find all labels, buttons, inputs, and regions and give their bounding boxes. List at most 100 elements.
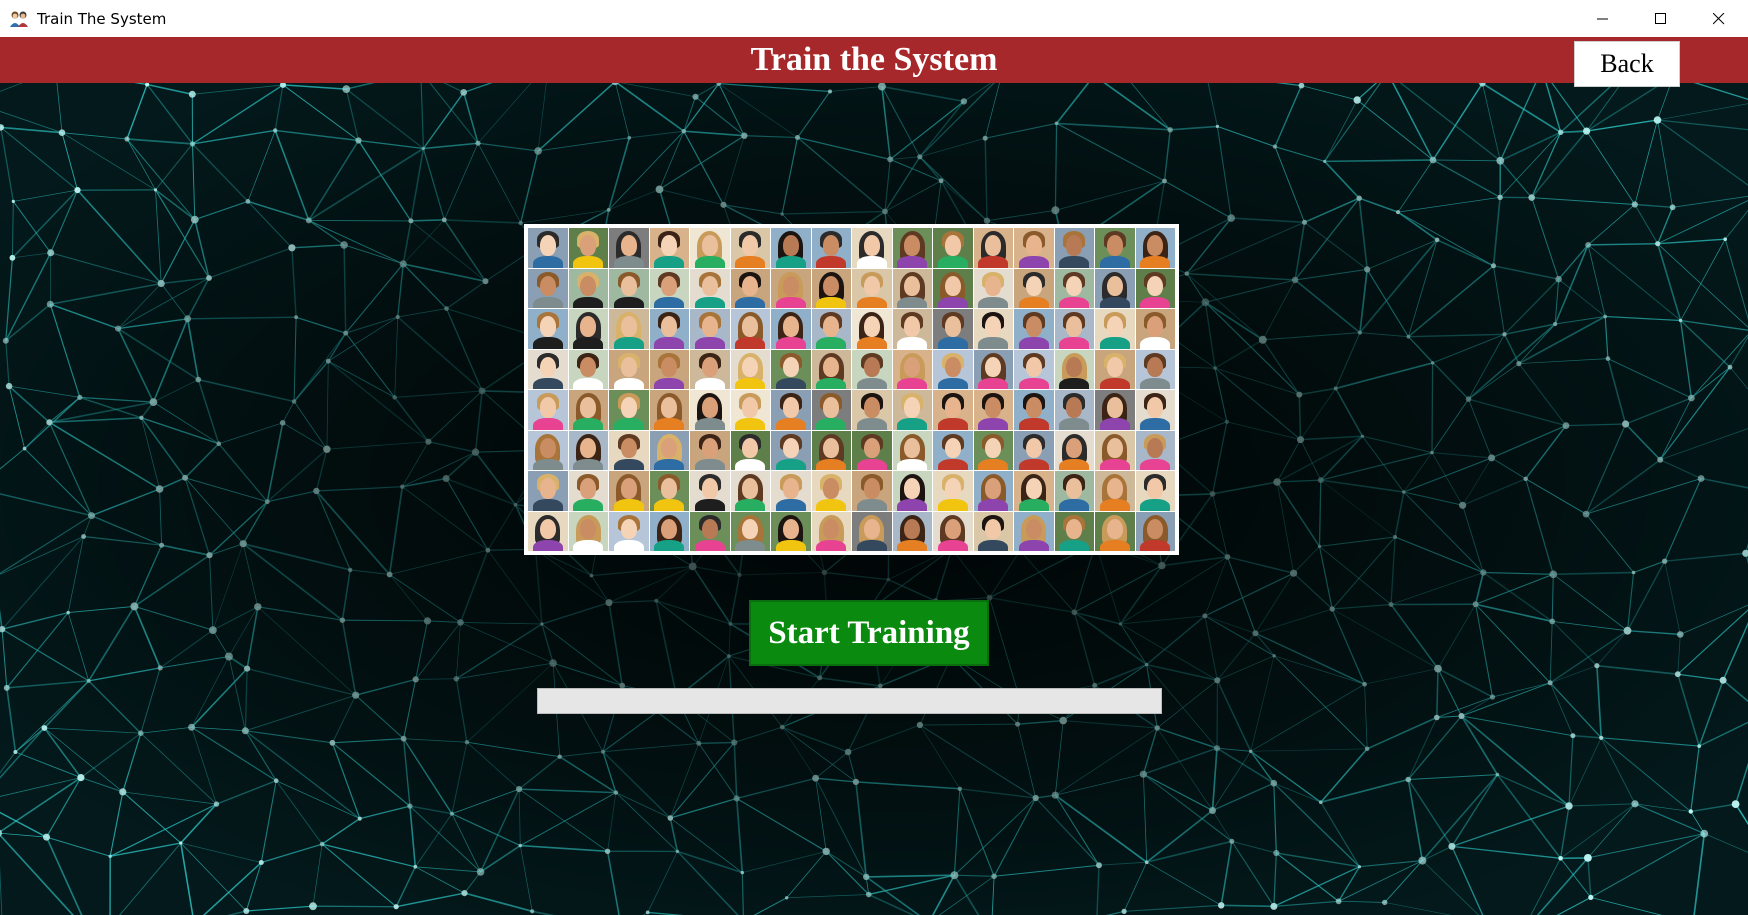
face-thumbnail [973, 309, 1013, 349]
face-thumbnail [730, 268, 770, 308]
face-thumbnail [1014, 430, 1054, 470]
training-progress-bar [537, 688, 1162, 714]
face-thumbnail [933, 390, 973, 430]
face-thumbnail [730, 309, 770, 349]
face-thumbnail [568, 390, 608, 430]
face-thumbnail [933, 228, 973, 268]
face-thumbnail [933, 430, 973, 470]
face-thumbnail [811, 309, 851, 349]
face-thumbnail [1095, 471, 1135, 511]
face-thumbnail [1095, 430, 1135, 470]
face-thumbnail [528, 309, 568, 349]
face-thumbnail [1135, 511, 1175, 551]
face-thumbnail [852, 511, 892, 551]
face-thumbnail [811, 268, 851, 308]
face-thumbnail [852, 430, 892, 470]
face-thumbnail [649, 471, 689, 511]
minimize-icon [1597, 18, 1608, 19]
face-thumbnail [811, 471, 851, 511]
face-thumbnail [811, 228, 851, 268]
face-thumbnail [771, 349, 811, 389]
face-thumbnail [1095, 390, 1135, 430]
page-title: Train the System [750, 41, 998, 78]
face-thumbnail [690, 390, 730, 430]
page-header: Train the System [0, 37, 1748, 83]
maximize-icon [1655, 12, 1666, 24]
face-thumbnail [528, 349, 568, 389]
face-thumbnail [933, 309, 973, 349]
face-thumbnail [528, 268, 568, 308]
face-thumbnail [568, 228, 608, 268]
app-window: Train The System Train the System Back S… [0, 0, 1748, 915]
start-training-button[interactable]: Start Training [749, 600, 989, 666]
face-thumbnail [1054, 349, 1094, 389]
face-thumbnail [892, 309, 932, 349]
face-thumbnail [933, 349, 973, 389]
face-thumbnail [1054, 430, 1094, 470]
window-title: Train The System [37, 9, 167, 28]
face-thumbnail [771, 511, 811, 551]
face-thumbnail [649, 309, 689, 349]
face-thumbnail [892, 471, 932, 511]
minimize-button[interactable] [1574, 0, 1632, 37]
face-thumbnail [1014, 268, 1054, 308]
face-thumbnail [1014, 511, 1054, 551]
face-thumbnail [528, 228, 568, 268]
face-thumbnail [852, 390, 892, 430]
face-thumbnail [649, 390, 689, 430]
face-thumbnail [892, 511, 932, 551]
close-button[interactable] [1690, 0, 1748, 37]
face-thumbnail [1014, 390, 1054, 430]
face-thumbnail [1014, 228, 1054, 268]
face-thumbnail [973, 228, 1013, 268]
face-thumbnail [1014, 309, 1054, 349]
face-thumbnail [1095, 228, 1135, 268]
face-thumbnail [852, 268, 892, 308]
face-thumbnail [1054, 228, 1094, 268]
face-thumbnail [528, 430, 568, 470]
face-thumbnail [1095, 511, 1135, 551]
face-thumbnail [568, 471, 608, 511]
face-thumbnail [568, 511, 608, 551]
face-thumbnail [852, 228, 892, 268]
face-thumbnail [609, 228, 649, 268]
face-thumbnail [609, 268, 649, 308]
face-thumbnail [1054, 390, 1094, 430]
face-thumbnail [609, 309, 649, 349]
face-thumbnail [771, 309, 811, 349]
face-thumbnail [609, 471, 649, 511]
face-thumbnail [1014, 349, 1054, 389]
face-thumbnail [933, 471, 973, 511]
face-thumbnail [730, 390, 770, 430]
face-thumbnail [690, 471, 730, 511]
face-thumbnail [730, 228, 770, 268]
face-thumbnail [690, 228, 730, 268]
face-thumbnail [1054, 471, 1094, 511]
face-thumbnail [852, 349, 892, 389]
face-thumbnail [609, 349, 649, 389]
face-thumbnail [1014, 471, 1054, 511]
faces-collage [524, 224, 1179, 555]
face-thumbnail [771, 390, 811, 430]
face-thumbnail [1135, 309, 1175, 349]
back-button[interactable]: Back [1574, 41, 1680, 87]
face-thumbnail [649, 228, 689, 268]
face-thumbnail [528, 390, 568, 430]
face-thumbnail [973, 430, 1013, 470]
face-thumbnail [1135, 268, 1175, 308]
window-titlebar: Train The System [0, 0, 1748, 37]
face-thumbnail [933, 268, 973, 308]
face-thumbnail [973, 268, 1013, 308]
face-thumbnail [811, 349, 851, 389]
face-thumbnail [811, 511, 851, 551]
face-thumbnail [852, 471, 892, 511]
face-thumbnail [690, 268, 730, 308]
face-thumbnail [730, 471, 770, 511]
maximize-button[interactable] [1632, 0, 1690, 37]
face-thumbnail [649, 268, 689, 308]
face-thumbnail [811, 430, 851, 470]
close-icon [1713, 12, 1725, 24]
face-thumbnail [690, 349, 730, 389]
face-thumbnail [771, 430, 811, 470]
face-thumbnail [730, 511, 770, 551]
